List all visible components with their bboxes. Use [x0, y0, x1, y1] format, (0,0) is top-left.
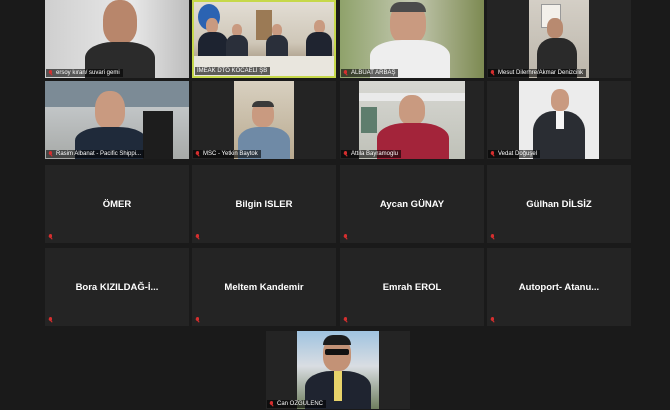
- video-feed: [340, 0, 484, 78]
- participant-tile-p10[interactable]: Bilgin ISLER: [192, 165, 336, 243]
- participant-name-label: ALBÜAT ARBAŞ: [341, 69, 399, 77]
- mic-muted-icon: [48, 151, 53, 157]
- mic-muted-icon: [343, 151, 348, 157]
- participant-name-label: Vedat Doğuşel: [488, 150, 541, 158]
- participant-tile-p14[interactable]: Meltem Kandemir: [192, 248, 336, 326]
- participant-tile-p3[interactable]: ALBÜAT ARBAŞ: [340, 0, 484, 78]
- participant-tile-p6[interactable]: MSC - Yetkin Baytok: [192, 81, 336, 159]
- video-feed: [45, 81, 189, 159]
- video-feed: [194, 2, 334, 76]
- video-feed: [359, 81, 465, 159]
- mic-muted-icon: [490, 70, 495, 76]
- mic-muted-icon: [48, 317, 53, 323]
- participant-name-label: Attila Bayramoglu: [341, 150, 402, 158]
- participant-tile-p4[interactable]: Mesut Dilerhre/Akmar Denizcilik: [487, 0, 631, 78]
- mic-muted-icon: [195, 317, 200, 323]
- participant-name: Bora KIZILDAĞ-İ...: [75, 281, 159, 293]
- participant-name: Meltem Kandemir: [224, 281, 304, 293]
- participant-name-label: ersoy kıran/ suvari gemi: [46, 69, 123, 77]
- participant-name-label: Mesut Dilerhre/Akmar Denizcilik: [488, 69, 587, 77]
- participant-name: ÖMER: [102, 198, 132, 210]
- participant-name-label: Can OZGULENC: [267, 400, 327, 408]
- participant-name-label: MSC - Yetkin Baytok: [193, 150, 261, 158]
- video-feed: [519, 81, 599, 159]
- video-feed: [234, 81, 294, 159]
- video-feed: [297, 331, 379, 409]
- participant-tile-p8[interactable]: Vedat Doğuşel: [487, 81, 631, 159]
- mic-muted-icon: [195, 151, 200, 157]
- mic-muted-icon: [343, 70, 348, 76]
- participant-name: Aycan GÜNAY: [379, 198, 445, 210]
- participant-name-label: Rasim Albanat - Pacific Shippi...: [46, 150, 145, 158]
- participant-tile-p1[interactable]: ersoy kıran/ suvari gemi: [45, 0, 189, 78]
- participant-name: Bilgin ISLER: [235, 198, 293, 210]
- participant-tile-p5[interactable]: Rasim Albanat - Pacific Shippi...: [45, 81, 189, 159]
- participant-name: Gülhan DİLSİZ: [526, 198, 592, 210]
- mic-muted-icon: [490, 317, 495, 323]
- mic-muted-icon: [343, 234, 348, 240]
- video-feed: [529, 0, 589, 78]
- participant-tile-p13[interactable]: Bora KIZILDAĞ-İ...: [45, 248, 189, 326]
- mic-muted-icon: [343, 317, 348, 323]
- participant-tile-p11[interactable]: Aycan GÜNAY: [340, 165, 484, 243]
- mic-muted-icon: [269, 401, 274, 407]
- participant-tile-p15[interactable]: Emrah EROL: [340, 248, 484, 326]
- mic-muted-icon: [195, 234, 200, 240]
- mic-muted-icon: [490, 151, 495, 157]
- mic-muted-icon: [490, 234, 495, 240]
- participant-tile-p7[interactable]: Attila Bayramoglu: [340, 81, 484, 159]
- participant-name: Emrah EROL: [382, 281, 442, 293]
- participant-name-label: İMEAK DTO KOCAELİ ŞB: [195, 67, 271, 75]
- video-feed: [45, 0, 189, 78]
- mic-muted-icon: [48, 70, 53, 76]
- participant-tile-p12[interactable]: Gülhan DİLSİZ: [487, 165, 631, 243]
- participant-tile-p9[interactable]: ÖMER: [45, 165, 189, 243]
- participant-tile-p17[interactable]: Can OZGULENC: [266, 331, 410, 409]
- participant-tile-p16[interactable]: Autoport- Atanu...: [487, 248, 631, 326]
- participant-tile-p2[interactable]: İMEAK DTO KOCAELİ ŞB: [192, 0, 336, 78]
- mic-muted-icon: [48, 234, 53, 240]
- participant-name: Autoport- Atanu...: [518, 281, 600, 293]
